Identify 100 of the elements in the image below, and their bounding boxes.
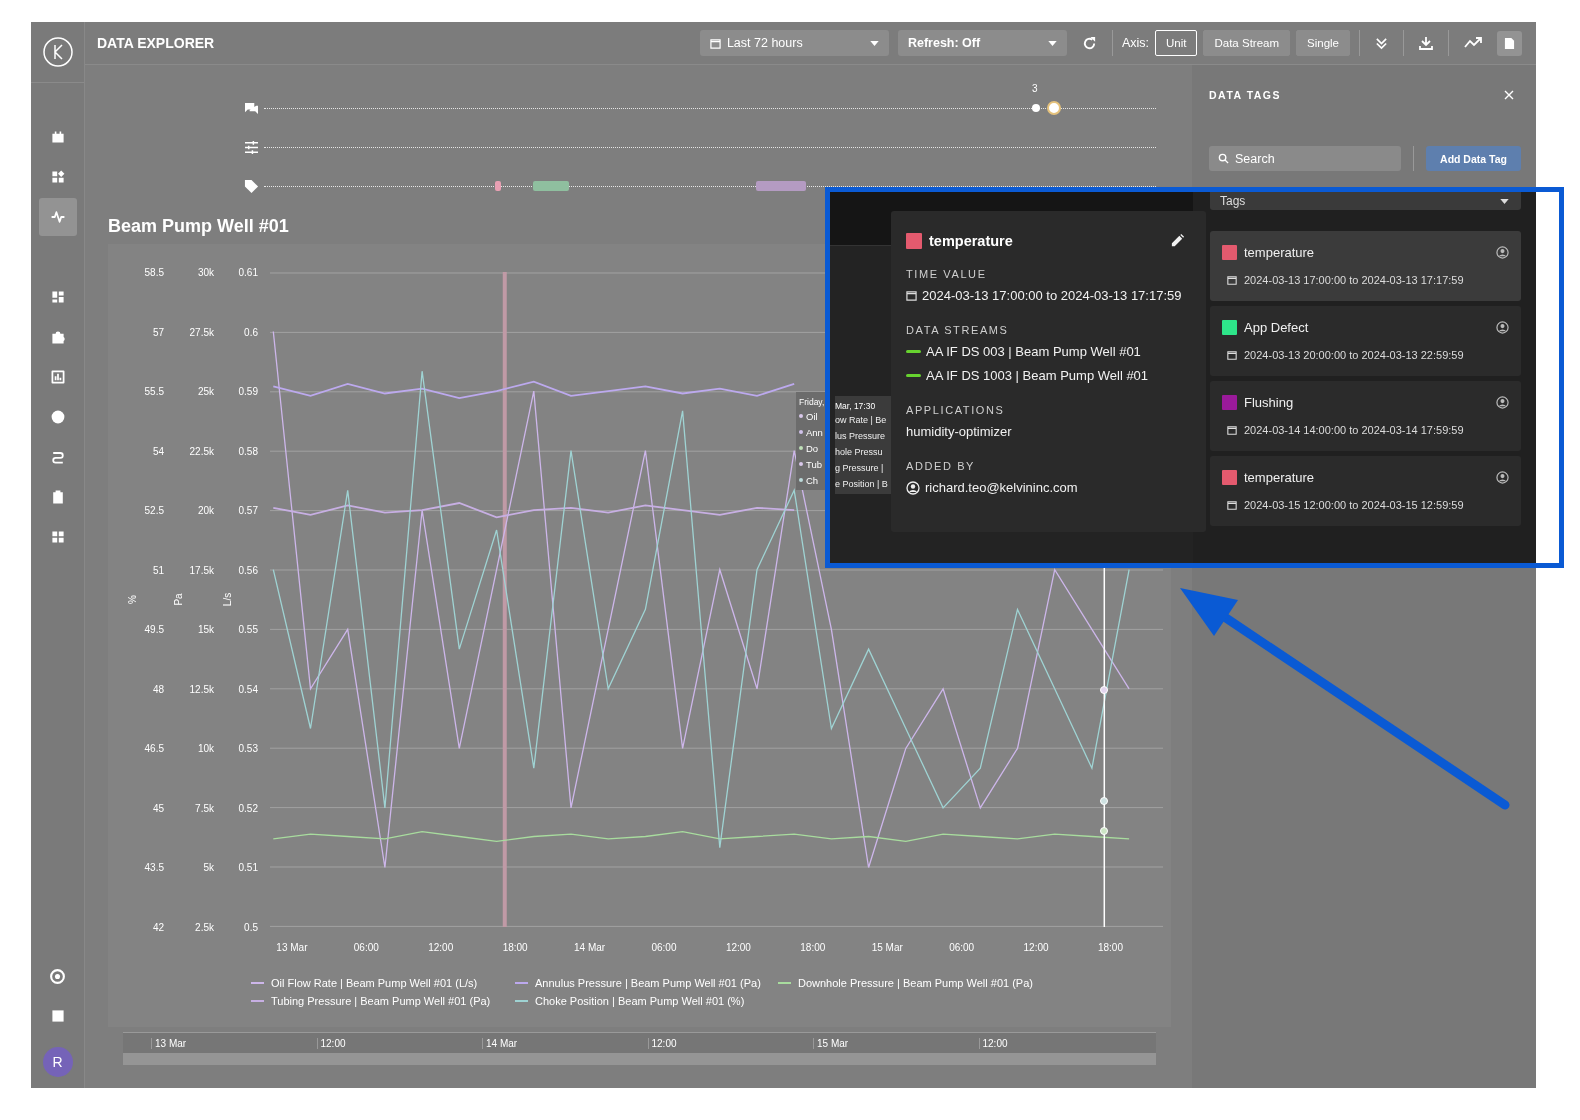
tags-dropdown[interactable]: Tags: [1210, 192, 1521, 210]
axis-option-button[interactable]: Unit: [1155, 30, 1198, 56]
tag-name: temperature: [929, 232, 1013, 249]
axis-tick-label: 13 Mar: [276, 942, 308, 953]
axis-tick-label: 0.53: [238, 742, 258, 754]
axis-tick-label: 55.5: [144, 385, 164, 397]
stream-line-icon: [906, 374, 921, 377]
tag-time-range: 2024-03-15 12:00:00 to 2024-03-15 12:59:59: [1244, 499, 1464, 511]
tag-time-range: 2024-03-13 20:00:00 to 2024-03-13 22:59:59: [1244, 349, 1464, 361]
navigator-label: 12:00: [647, 1037, 813, 1049]
tooltip-text: Friday,: [799, 396, 826, 408]
axis-tick-label: 43.5: [144, 861, 164, 873]
refresh-select[interactable]: Refresh: Off: [897, 30, 1067, 56]
legend-item[interactable]: Choke Position | Beam Pump Well #01 (%): [515, 995, 778, 1007]
user-icon: [1496, 470, 1509, 484]
axis-tick-label: 0.52: [238, 802, 258, 814]
tag-icon: [244, 179, 259, 194]
tooltip-text: Do: [806, 442, 819, 454]
tag-time-range: 2024-03-13 17:00:00 to 2024-03-13 17:17:59: [1244, 274, 1464, 286]
comment-count: 3: [1032, 83, 1038, 94]
navigator-label: 12:00: [978, 1037, 1144, 1049]
axis-tick-label: 42: [152, 921, 164, 933]
axis-label: Axis:: [1121, 36, 1149, 50]
pulse-icon[interactable]: [38, 198, 77, 236]
tooltip-text: g Pressure |: [835, 462, 885, 475]
section-label: DATA STREAMS: [906, 324, 1010, 337]
axis-tick-label: 0.55: [238, 623, 258, 635]
tooltip-text: Ann: [806, 426, 823, 438]
axis-tick-label: 46.5: [144, 742, 164, 754]
add-data-tag-button[interactable]: Add Data Tag: [1426, 146, 1521, 171]
axis-tick-label: 49.5: [144, 623, 164, 635]
refresh-icon[interactable]: [1081, 35, 1097, 51]
tag-name: temperature: [1244, 244, 1315, 260]
sliders-icon: [244, 141, 259, 154]
legend-item[interactable]: Annulus Pressure | Beam Pump Well #01 (Pa): [515, 977, 778, 989]
search-field[interactable]: Search: [1209, 146, 1401, 171]
axis-tick-label: 18:00: [800, 942, 826, 953]
comment-marker[interactable]: [1032, 104, 1040, 112]
user-icon: [1496, 320, 1509, 334]
detail-value: richard.teo@kelvininc.com: [925, 480, 1078, 495]
axis-tick-label: 51: [152, 564, 164, 576]
logo-icon: [42, 37, 73, 67]
axis-option-button[interactable]: Data Stream: [1203, 30, 1291, 56]
axis-tick-label: 30k: [197, 266, 214, 278]
section-label: APPLICATIONS: [906, 404, 1006, 417]
tooltip-text: hole Pressu: [835, 446, 884, 459]
trend-icon[interactable]: [1464, 37, 1482, 49]
axis-option-button[interactable]: Single: [1296, 30, 1350, 56]
axis-tick-label: 52.5: [144, 504, 164, 516]
tag-time-range: 2024-03-14 14:00:00 to 2024-03-14 17:59:59: [1244, 424, 1464, 436]
comment-marker[interactable]: [1047, 101, 1061, 115]
pencil-icon[interactable]: [1170, 233, 1185, 248]
axis-tick-label: 0.61: [238, 266, 258, 278]
user-avatar[interactable]: R: [42, 1047, 73, 1077]
tooltip-text: Ch: [806, 474, 819, 486]
comments-icon: [244, 102, 259, 115]
section-label: ADDED BY: [906, 460, 977, 473]
axis-tick-label: 0.58: [238, 445, 258, 457]
tag-list-item[interactable]: Flushing 2024-03-14 14:00:00 to 2024-03-14 17:59:59: [1210, 381, 1521, 451]
axis-tick-label: 18:00: [1097, 942, 1123, 953]
axis-tick-label: 7.5k: [195, 802, 214, 814]
axis-tick-label: 15k: [197, 623, 214, 635]
tag-list-item[interactable]: temperature 2024-03-15 12:00:00 to 2024-03-15 12:59:59: [1210, 456, 1521, 526]
tag-marker[interactable]: [533, 181, 569, 191]
tooltip-text: e Position | B: [835, 478, 889, 491]
legend-item[interactable]: Downhole Pressure | Beam Pump Well #01 (Pa): [778, 977, 1171, 989]
close-icon[interactable]: [1504, 90, 1514, 100]
page-title: DATA EXPLORER: [97, 35, 215, 51]
range-navigator[interactable]: 13 Mar 12:00 14 Mar 12:00 15 Mar 12:00: [123, 1032, 1156, 1065]
legend-item[interactable]: Oil Flow Rate | Beam Pump Well #01 (L/s): [251, 977, 515, 989]
axis-tick-label: 48: [152, 683, 164, 695]
calendar-icon: [1227, 500, 1237, 510]
scrollbar[interactable]: [123, 1053, 1156, 1065]
detail-value: humidity-optimizer: [906, 424, 1012, 439]
tag-list-item[interactable]: temperature 2024-03-13 17:00:00 to 2024-03-13 17:17:59: [1210, 231, 1521, 301]
tag-marker[interactable]: [756, 181, 806, 191]
caret-icon: [869, 40, 879, 46]
axis-tick-label: 0.59: [238, 385, 258, 397]
section-label: TIME VALUE: [906, 268, 988, 281]
axis-tick-label: 22.5k: [189, 445, 214, 457]
axis-title: %: [126, 595, 138, 604]
calendar-icon: [1227, 275, 1237, 285]
report-button[interactable]: [1497, 30, 1522, 56]
tag-list-item[interactable]: App Defect 2024-03-13 20:00:00 to 2024-03-13 22:59:59: [1210, 306, 1521, 376]
calendar-icon: [1227, 425, 1237, 435]
tag-name: temperature: [1244, 469, 1315, 485]
user-icon: [906, 480, 920, 495]
calendar-icon: [709, 37, 721, 49]
tag-marker[interactable]: [495, 181, 501, 191]
navigator-label: 14 Mar: [482, 1037, 648, 1049]
navigator-label: 13 Mar: [151, 1037, 317, 1049]
detail-value: 2024-03-13 17:00:00 to 2024-03-13 17:17:59: [922, 288, 1182, 303]
time-range-select[interactable]: Last 72 hours: [699, 30, 889, 56]
double-chevron-icon[interactable]: [1375, 36, 1388, 50]
caret-icon: [1047, 40, 1057, 46]
legend-item[interactable]: Tubing Pressure | Beam Pump Well #01 (Pa): [251, 995, 515, 1007]
axis-tick-label: 12:00: [428, 942, 454, 953]
axis-tick-label: 15 Mar: [871, 942, 903, 953]
detail-value: AA IF DS 1003 | Beam Pump Well #01: [926, 368, 1149, 383]
download-icon[interactable]: [1419, 36, 1433, 50]
